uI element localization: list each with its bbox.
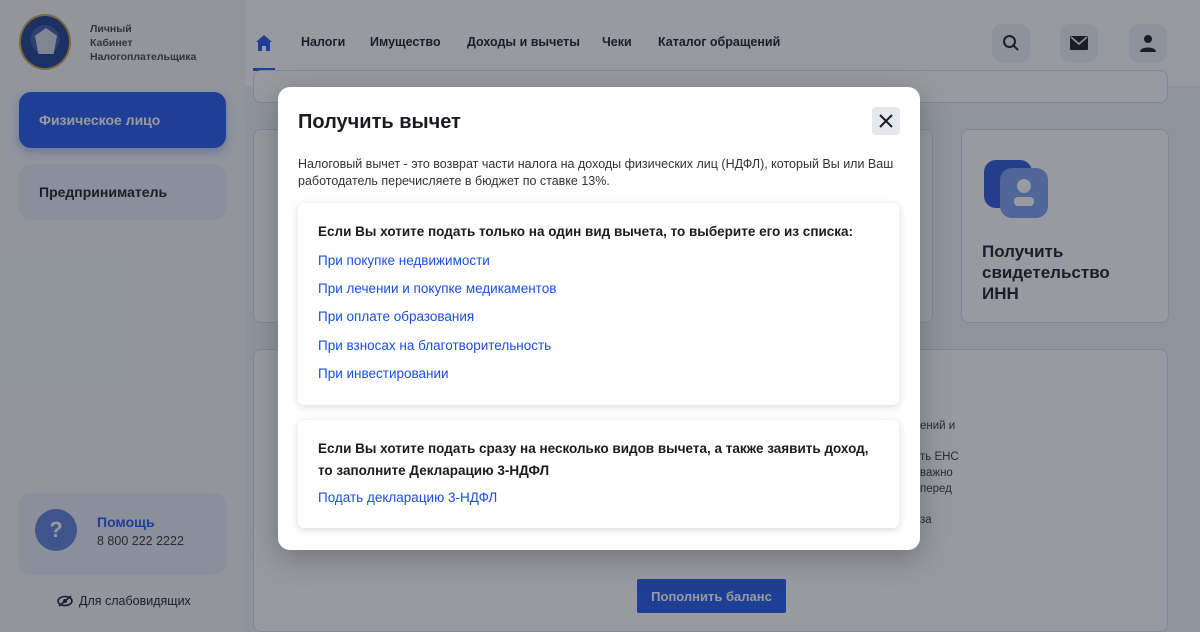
single-deduction-heading: Если Вы хотите подать только на один вид… [318, 224, 854, 239]
deduction-link-education[interactable]: При оплате образования [318, 309, 474, 324]
multiple-deduction-heading: Если Вы хотите подать сразу на несколько… [318, 441, 869, 478]
declaration-3ndfl-link[interactable]: Подать декларацию 3-НДФЛ [318, 490, 497, 505]
single-deduction-card: Если Вы хотите подать только на один вид… [298, 203, 899, 405]
deduction-link-medical[interactable]: При лечении и покупке медикаментов [318, 281, 556, 296]
deduction-link-charity[interactable]: При взносах на благотворительность [318, 338, 551, 353]
deduction-link-investment[interactable]: При инвестировании [318, 366, 449, 381]
close-button[interactable] [872, 107, 900, 135]
get-deduction-modal: Получить вычет Налоговый вычет - это воз… [278, 87, 920, 550]
multiple-deduction-card: Если Вы хотите подать сразу на несколько… [298, 420, 899, 528]
close-icon [879, 114, 893, 128]
deduction-link-real-estate[interactable]: При покупке недвижимости [318, 253, 490, 268]
modal-title: Получить вычет [298, 111, 461, 133]
modal-description: Налоговый вычет - это возврат части нало… [298, 157, 894, 188]
